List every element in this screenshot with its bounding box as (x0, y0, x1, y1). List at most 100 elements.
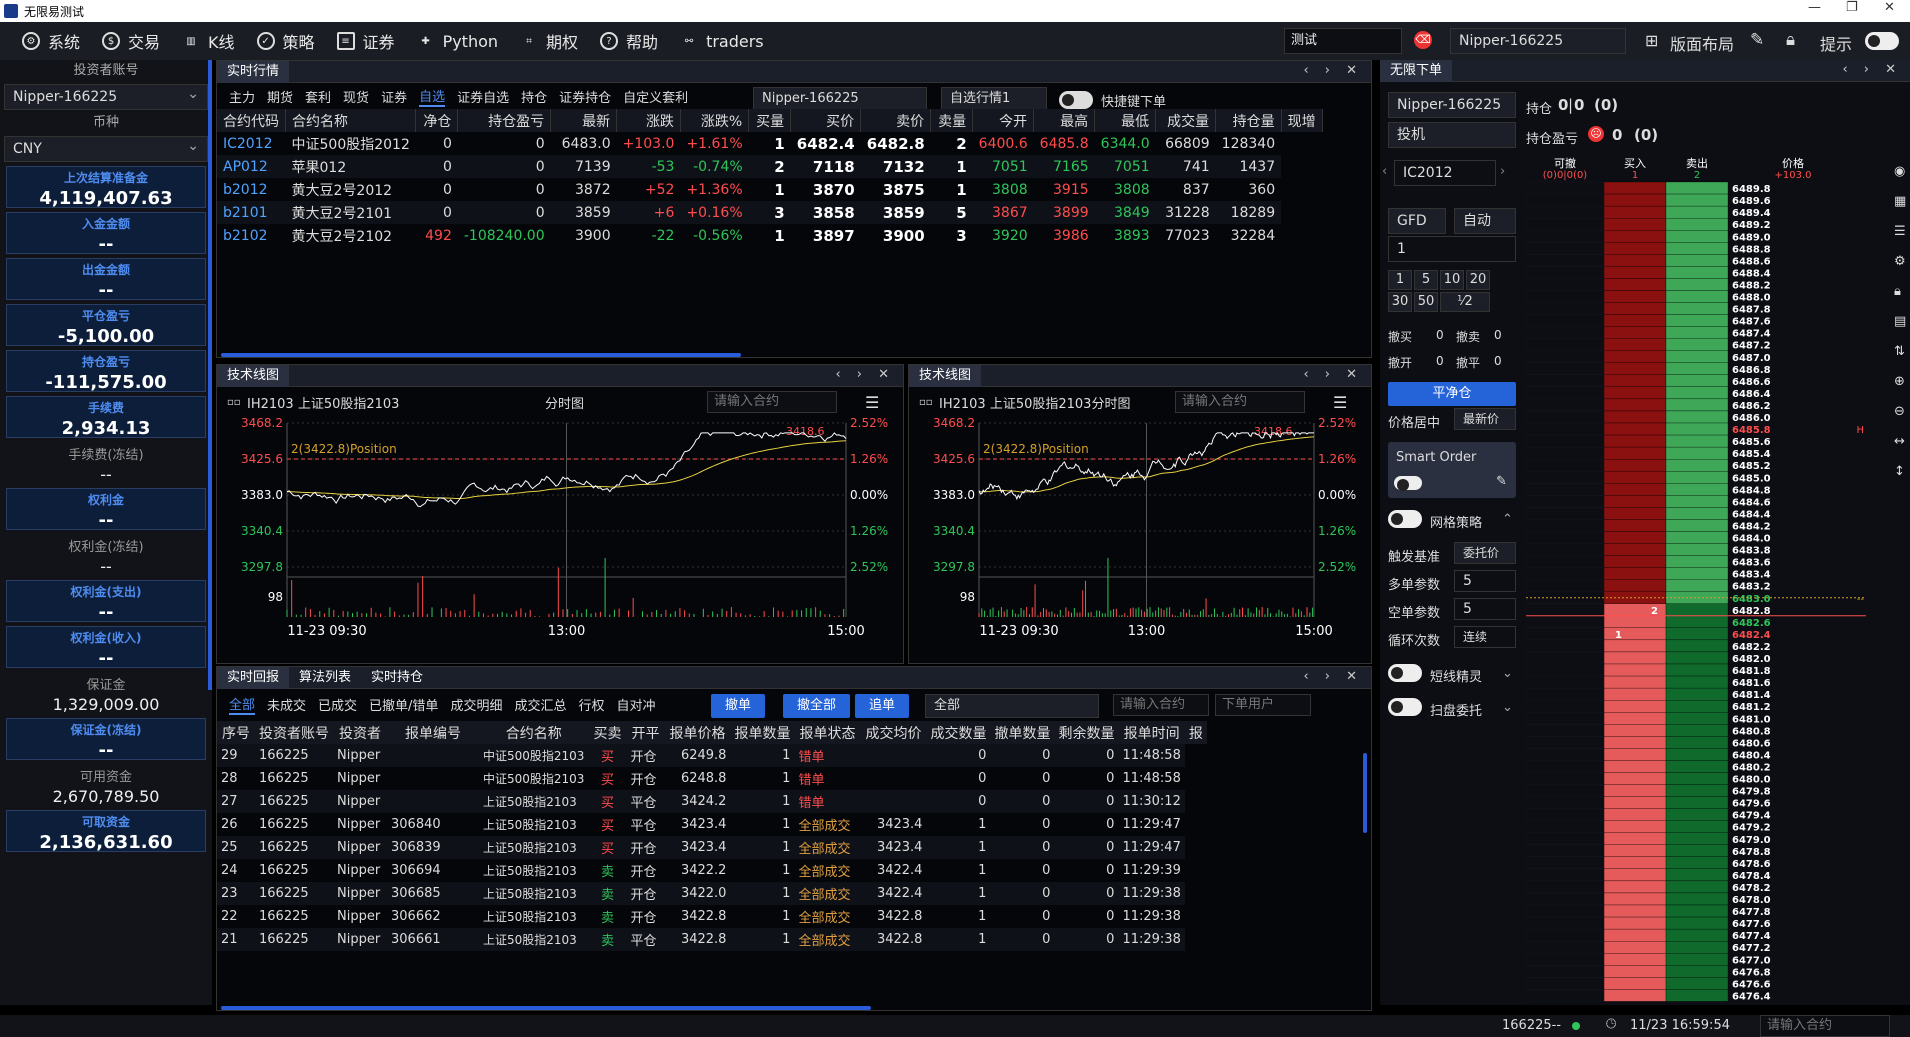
zoom-out-icon[interactable]: ⊖ (1894, 404, 1905, 419)
cancel-cell[interactable] (1526, 760, 1605, 773)
sell-cell[interactable] (1665, 977, 1729, 990)
sell-cell[interactable] (1665, 495, 1729, 508)
buy-cell[interactable] (1603, 639, 1667, 653)
cancel-sell-label[interactable]: 撤卖 (1456, 328, 1480, 345)
sell-cell[interactable] (1665, 844, 1729, 857)
sell-cell[interactable] (1665, 965, 1729, 978)
cancel-cell[interactable] (1526, 820, 1605, 833)
panel-controls[interactable]: ‹ › ✕ (835, 367, 895, 382)
cancel-cell[interactable] (1526, 904, 1605, 918)
cancel-cell[interactable] (1526, 555, 1605, 568)
cancel-cell[interactable] (1526, 507, 1605, 520)
buy-cell[interactable] (1603, 302, 1667, 315)
sell-cell[interactable] (1665, 953, 1729, 966)
price-ladder[interactable]: 可撤(0)0|0(0)买入1卖出2价格+103.06489.86489.6648… (1526, 156, 1886, 1002)
order-column-header[interactable]: 成交均价 (860, 721, 926, 744)
trigger-select[interactable]: 委托价 (1454, 542, 1516, 564)
sell-cell[interactable] (1665, 989, 1729, 1002)
sell-cell[interactable] (1665, 471, 1729, 484)
buy-cell[interactable] (1603, 314, 1667, 327)
cancel-cell[interactable] (1526, 748, 1605, 761)
buy-cell[interactable] (1603, 712, 1667, 725)
buy-cell[interactable] (1603, 784, 1667, 797)
sell-cell[interactable] (1665, 868, 1729, 882)
buy-cell[interactable] (1603, 254, 1667, 267)
menu-securities[interactable]: ≡ 证券 (336, 29, 395, 53)
sell-cell[interactable] (1665, 446, 1729, 460)
sell-cell[interactable] (1665, 458, 1729, 472)
cancel-cell[interactable] (1526, 591, 1605, 604)
quick-qty-button[interactable]: 50 (1414, 292, 1438, 312)
tab-realtime-position[interactable]: 实时持仓 (361, 667, 433, 689)
menu-python[interactable]: ✚ Python (417, 32, 498, 51)
quote-column-header[interactable]: 卖价 (860, 109, 932, 132)
cancel-cell[interactable] (1526, 712, 1605, 725)
buy-cell[interactable] (1603, 362, 1667, 375)
menu-help[interactable]: ? 帮助 (600, 29, 658, 53)
collapse-up-icon[interactable]: ⌃ (1502, 512, 1513, 527)
quote-column-header[interactable]: 涨跌% (680, 109, 750, 132)
sell-cell[interactable] (1665, 242, 1729, 255)
tool-icon[interactable]: ◉ (1894, 164, 1905, 179)
cancel-cell[interactable] (1526, 880, 1605, 894)
buy-cell[interactable] (1603, 181, 1667, 195)
buy-cell[interactable] (1603, 856, 1667, 869)
tab-algo-list[interactable]: 算法列表 (289, 667, 361, 689)
qty-input[interactable]: 1 (1388, 236, 1516, 262)
panel-controls[interactable]: ‹ › ✕ (1303, 63, 1363, 78)
quote-column-header[interactable]: 持仓盈亏 (457, 109, 552, 132)
order-column-header[interactable]: 序号 (217, 721, 255, 744)
sell-cell[interactable] (1665, 880, 1729, 894)
buy-cell[interactable] (1603, 242, 1667, 255)
buy-cell[interactable] (1603, 446, 1667, 460)
cancel-cell[interactable] (1526, 808, 1605, 821)
buy-cell[interactable] (1603, 941, 1667, 954)
arrows-v-icon[interactable]: ↕ (1894, 464, 1905, 479)
cancel-cell[interactable] (1526, 663, 1605, 677)
sell-cell[interactable] (1665, 724, 1729, 737)
cancel-cell[interactable] (1526, 483, 1605, 496)
order-row[interactable]: 28 166225 Nipper 中证500股指2103 买 开仓 6248.8 1 错单 0 0 0… (217, 767, 1207, 790)
cancel-cell[interactable] (1526, 579, 1605, 592)
menu-trade[interactable]: $ 交易 (102, 29, 160, 53)
tool-icon[interactable]: ⇅ (1894, 344, 1905, 359)
quote-tab[interactable]: 套利 (305, 87, 331, 106)
order-column-header[interactable]: 报单数量 (730, 721, 794, 744)
cancel-cell[interactable] (1526, 242, 1605, 255)
menu-kline[interactable]: ▥ K线 (182, 29, 234, 53)
cancel-cell[interactable] (1526, 314, 1605, 327)
menu-system[interactable]: ⚙ 系统 (22, 29, 80, 53)
tool-icon[interactable]: ▤ (1894, 314, 1906, 329)
sell-cell[interactable] (1665, 543, 1729, 556)
cancel-cell[interactable] (1526, 736, 1605, 749)
cancel-cell[interactable] (1526, 615, 1605, 628)
cancel-cell[interactable] (1526, 422, 1605, 436)
cancel-cell[interactable] (1526, 205, 1605, 219)
buy-cell[interactable] (1603, 458, 1667, 472)
top-account-select[interactable]: Nipper-166225 (1450, 28, 1626, 54)
cancel-all-button[interactable]: 撤全部 (783, 694, 851, 718)
order-column-header[interactable]: 报 (1185, 721, 1207, 744)
buy-cell[interactable] (1603, 205, 1667, 219)
order-column-header[interactable]: 报单编号 (387, 721, 479, 744)
cancel-cell[interactable] (1526, 796, 1605, 809)
order-column-header[interactable]: 报单时间 (1118, 721, 1184, 744)
cancel-cell[interactable] (1526, 941, 1605, 954)
chart-search-input[interactable]: 请输入合约 (1175, 391, 1305, 413)
order-filter-tab[interactable]: 未成交 (267, 695, 306, 714)
quote-column-header[interactable]: 最新 (550, 109, 618, 132)
sell-cell[interactable] (1665, 567, 1729, 580)
trash-icon[interactable]: ⌫ (1414, 31, 1432, 49)
buy-cell[interactable] (1603, 398, 1667, 412)
order-filter-tab[interactable]: 已成交 (318, 695, 357, 714)
buy-cell[interactable] (1603, 218, 1667, 231)
layout-button[interactable]: 版面布局 (1670, 31, 1734, 55)
buy-cell[interactable] (1603, 736, 1667, 749)
order-column-header[interactable]: 投资者账号 (255, 721, 333, 744)
sell-cell[interactable] (1665, 712, 1729, 725)
cancel-open-label[interactable]: 撤开 (1388, 354, 1412, 371)
cancel-cell[interactable] (1526, 627, 1605, 641)
cancel-cell[interactable] (1526, 892, 1605, 906)
quote-column-header[interactable]: 现增 (1281, 109, 1323, 132)
buy-cell[interactable] (1603, 663, 1667, 677)
